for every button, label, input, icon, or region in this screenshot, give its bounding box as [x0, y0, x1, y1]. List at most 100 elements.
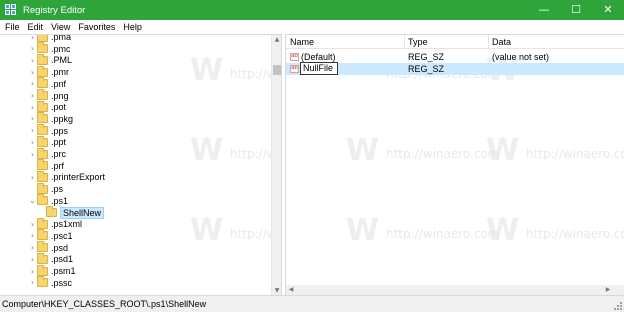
tree-item[interactable]: › .psc1 [28, 229, 73, 242]
tree-item[interactable]: › .pnf [28, 77, 67, 90]
folder-icon [37, 264, 48, 276]
column-divider[interactable] [488, 35, 489, 49]
chevron-right-icon[interactable]: › [28, 56, 37, 65]
tree-item-label: .psc1 [51, 230, 73, 241]
tree-item-label: .pot [51, 102, 67, 113]
chevron-right-icon[interactable]: › [28, 138, 37, 147]
menu-help[interactable]: Help [119, 22, 146, 32]
folder-icon [37, 124, 48, 136]
watermark-text: http://winaero.com [526, 227, 624, 241]
chevron-right-icon[interactable]: › [28, 255, 37, 264]
rename-input[interactable]: NullFile [300, 62, 338, 75]
chevron-right-icon[interactable]: › [28, 231, 37, 240]
tree-item-label: .pnf [51, 78, 67, 89]
column-header-data[interactable]: Data [492, 37, 511, 47]
tree-item[interactable]: ShellNew [40, 206, 105, 219]
tree-item[interactable]: › .png [28, 89, 69, 102]
scroll-down-arrow-icon[interactable]: ▼ [272, 286, 281, 295]
tree-item[interactable]: › .psm1 [28, 264, 76, 277]
column-divider[interactable] [404, 35, 405, 49]
tree-item[interactable]: › .pssc [28, 276, 72, 289]
tree-item-label: .PML [51, 55, 73, 66]
chevron-right-icon[interactable]: › [28, 114, 37, 123]
chevron-right-icon[interactable]: › [28, 243, 37, 252]
tree-item[interactable]: › .pps [28, 124, 69, 137]
menu-file[interactable]: File [0, 22, 24, 32]
key-tree-pane[interactable]: W W W http://winaero.com http://winaero.… [0, 34, 282, 295]
watermark-logo: W [346, 133, 380, 168]
chevron-right-icon[interactable]: › [28, 267, 37, 276]
tree-item-label: .png [51, 90, 69, 101]
minimize-button[interactable]: — [528, 0, 560, 20]
folder-icon [37, 65, 48, 77]
chevron-right-icon[interactable]: › [28, 91, 37, 100]
resize-grip-icon[interactable] [614, 302, 622, 310]
tree-item[interactable]: › .ppkg [28, 112, 74, 125]
tree-item[interactable]: › .ps1xml [28, 217, 82, 230]
chevron-right-icon[interactable]: › [28, 278, 37, 287]
tree-item[interactable]: ⌄ .ps1 [28, 194, 69, 207]
tree-item-label: .ps [51, 184, 64, 195]
tree-item-label: .ppt [51, 137, 67, 148]
folder-icon [37, 53, 48, 65]
chevron-right-icon[interactable]: › [28, 150, 37, 159]
column-header-name[interactable]: Name [290, 37, 314, 47]
string-value-icon: ab [290, 53, 299, 61]
list-horizontal-scrollbar[interactable]: ◀ ▶ [286, 285, 624, 295]
watermark-text: http://winaero.com [526, 147, 624, 161]
folder-icon [37, 241, 48, 253]
chevron-down-icon[interactable]: ⌄ [28, 196, 37, 205]
scroll-right-arrow-icon[interactable]: ▶ [603, 285, 613, 295]
tree-item[interactable]: › .prc [28, 147, 66, 160]
folder-icon [37, 35, 48, 42]
scroll-thumb[interactable] [273, 65, 281, 75]
tree-item[interactable]: › .psd [28, 241, 68, 254]
tree-item-label: .ppkg [51, 113, 74, 124]
tree-item[interactable]: › .psd1 [28, 252, 73, 265]
folder-icon [37, 170, 48, 182]
chevron-right-icon[interactable]: › [28, 35, 37, 42]
tree-item[interactable]: › .pma [28, 35, 71, 43]
maximize-button[interactable]: ☐ [560, 0, 592, 20]
tree-item-label: .ps1 [51, 195, 69, 206]
folder-icon [37, 100, 48, 112]
folder-icon [37, 89, 48, 100]
chevron-right-icon[interactable]: › [28, 220, 37, 229]
tree-item-label: .printerExport [51, 172, 106, 183]
close-button[interactable]: ✕ [592, 0, 624, 20]
scroll-up-arrow-icon[interactable]: ▲ [272, 35, 281, 45]
tree-item[interactable]: › .ppt [28, 135, 67, 148]
chevron-right-icon[interactable]: › [28, 68, 37, 77]
tree-item[interactable]: › .pmr [28, 65, 69, 78]
folder-icon [37, 147, 48, 159]
folder-icon [37, 182, 48, 194]
folder-icon [37, 112, 48, 124]
tree-item-label: .pmc [51, 43, 71, 54]
tree-item-label: .pps [51, 125, 69, 136]
value-row-nullfile[interactable]: ab NullFile REG_SZ [286, 62, 624, 75]
chevron-right-icon[interactable]: › [28, 79, 37, 88]
tree-vertical-scrollbar[interactable]: ▲ ▼ [271, 35, 281, 295]
menu-edit[interactable]: Edit [24, 22, 48, 32]
folder-icon [37, 159, 48, 171]
scroll-left-arrow-icon[interactable]: ◀ [286, 285, 296, 295]
tree-item[interactable]: .ps [28, 182, 64, 195]
chevron-right-icon[interactable]: › [28, 44, 37, 53]
menu-favorites[interactable]: Favorites [74, 22, 119, 32]
tree-item[interactable]: › .pot [28, 100, 67, 113]
tree-item[interactable]: › .pmc [28, 42, 71, 55]
values-list-pane[interactable]: W W W W W W http://winaero.com http://wi… [285, 34, 624, 295]
tree-item[interactable]: .prf [28, 159, 64, 172]
chevron-right-icon[interactable]: › [28, 173, 37, 182]
tree-item[interactable]: › .printerExport [28, 170, 106, 183]
menu-view[interactable]: View [47, 22, 74, 32]
value-data: (value not set) [492, 52, 550, 62]
tree-item[interactable]: › .PML [28, 53, 73, 66]
watermark-logo: W [190, 53, 224, 88]
folder-icon [37, 194, 48, 206]
tree-item-label: .pmr [51, 67, 69, 78]
registry-path: Computer\HKEY_CLASSES_ROOT\.ps1\ShellNew [2, 299, 207, 309]
chevron-right-icon[interactable]: › [28, 103, 37, 112]
column-header-type[interactable]: Type [408, 37, 428, 47]
chevron-right-icon[interactable]: › [28, 126, 37, 135]
